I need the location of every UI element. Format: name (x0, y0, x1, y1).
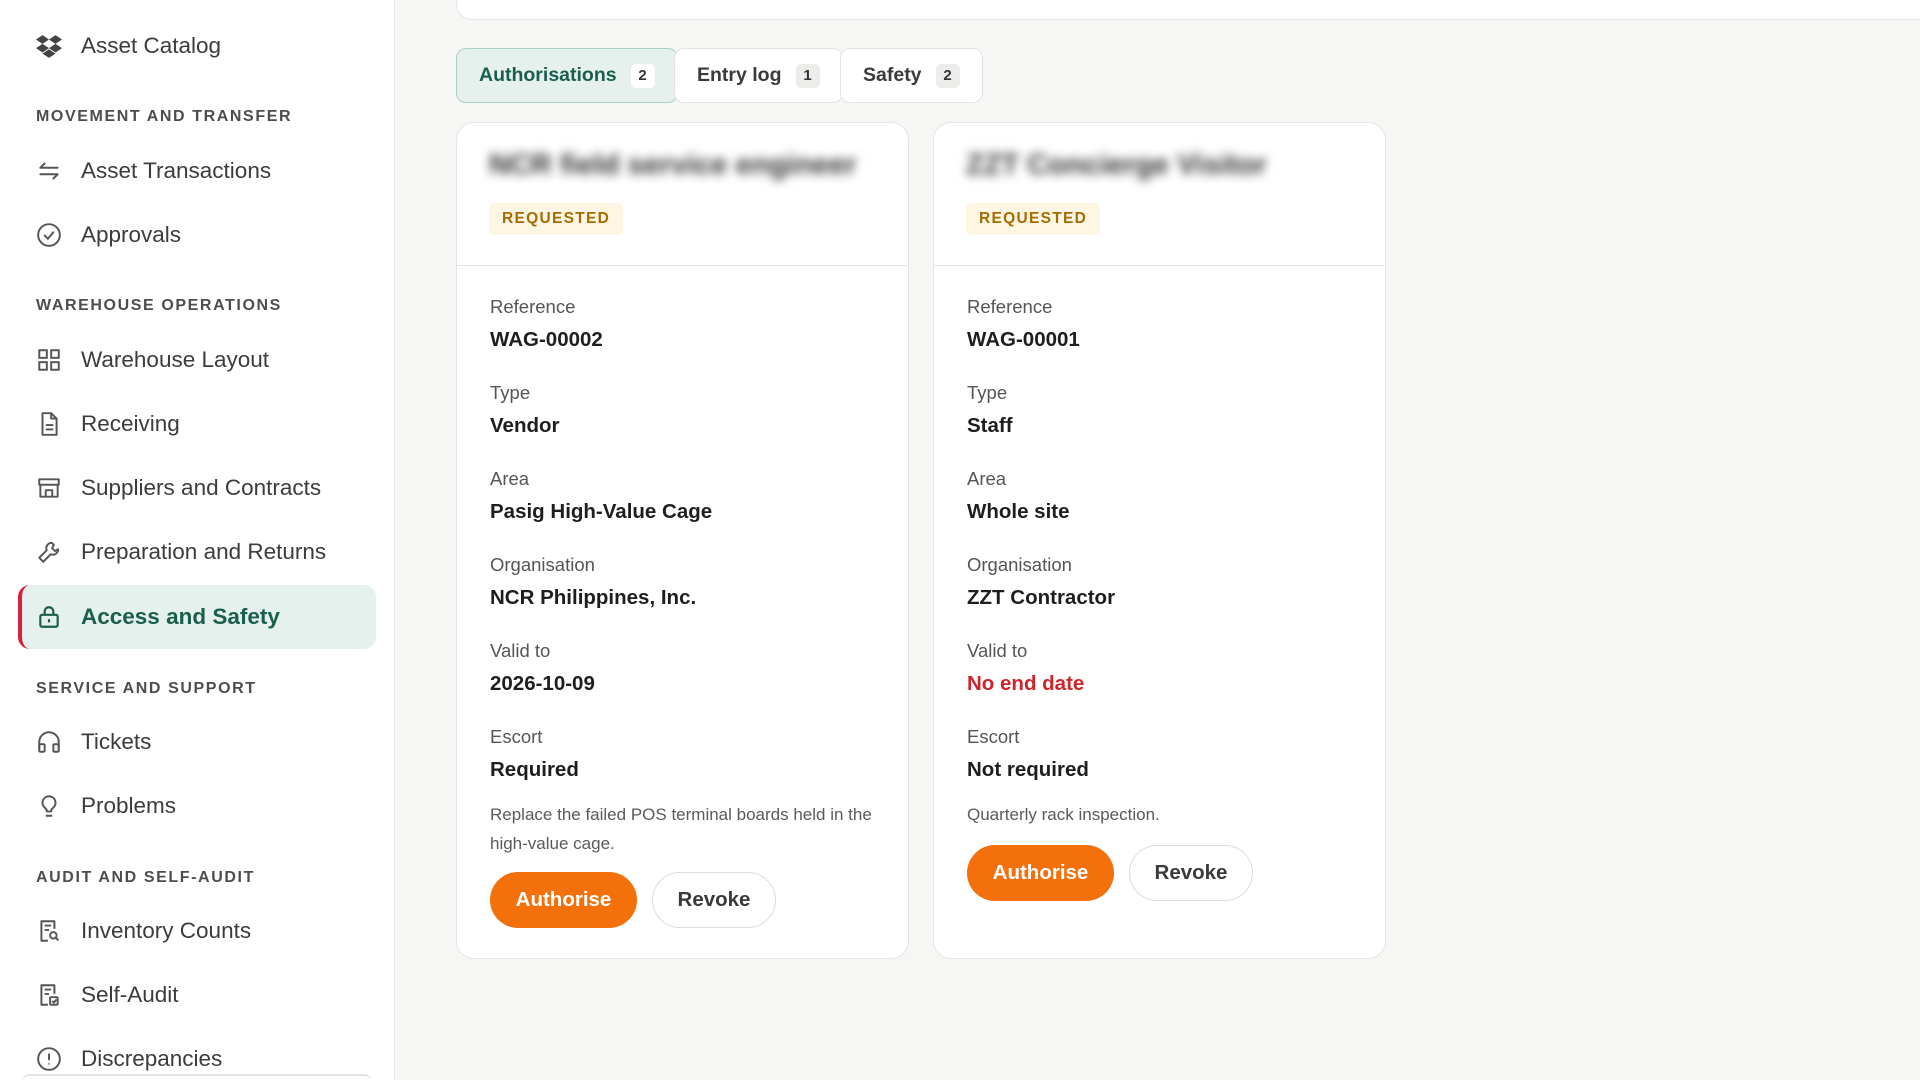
headphones-icon (35, 728, 63, 756)
escort-value: Not required (967, 758, 1089, 781)
sidebar-item-inventory-counts[interactable]: Inventory Counts (18, 899, 376, 963)
sidebar-item-access-safety[interactable]: Access and Safety (18, 585, 376, 649)
revoke-button[interactable]: Revoke (652, 872, 776, 928)
type-label: Type (490, 382, 531, 403)
sidebar-item-label: Suppliers and Contracts (81, 475, 322, 500)
sidebar-item-problems[interactable]: Problems (18, 774, 376, 838)
card-title: ZZT Concierge Visitor (966, 149, 1267, 181)
valid-to-label: Valid to (490, 640, 551, 661)
dropbox-icon (35, 32, 63, 60)
tab-safety[interactable]: Safety 2 (840, 48, 983, 103)
organisation-label: Organisation (967, 554, 1072, 575)
sidebar-item-approvals[interactable]: Approvals (18, 203, 376, 267)
authorise-button[interactable]: Authorise (490, 872, 637, 928)
tab-count-badge: 2 (935, 63, 960, 88)
header-panel (456, 0, 1920, 20)
sidebar-item-asset-catalog[interactable]: Asset Catalog (18, 14, 376, 78)
warning-circle-icon (35, 1045, 63, 1073)
reference-value: WAG-00002 (490, 328, 603, 351)
sidebar-item-label: Inventory Counts (81, 918, 252, 943)
section-label-warehouse: WAREHOUSE OPERATIONS (36, 297, 282, 314)
transfer-arrows-icon (35, 157, 63, 185)
valid-to-label: Valid to (967, 640, 1028, 661)
card-note: Replace the failed POS terminal boards h… (490, 805, 872, 853)
organisation-value: NCR Philippines, Inc. (490, 586, 697, 609)
sidebar-item-warehouse-layout[interactable]: Warehouse Layout (18, 328, 376, 392)
sidebar-item-label: Access and Safety (81, 604, 280, 629)
tab-label: Safety (863, 64, 922, 86)
authorisation-card: ZZT Concierge Visitor REQUESTED Referenc… (933, 122, 1386, 959)
tab-authorisations[interactable]: Authorisations 2 (456, 48, 678, 103)
type-value: Vendor (490, 414, 560, 437)
lightbulb-icon (35, 792, 63, 820)
escort-label: Escort (967, 726, 1020, 747)
sidebar-item-label: Warehouse Layout (81, 347, 270, 372)
organisation-label: Organisation (490, 554, 595, 575)
type-value: Staff (967, 414, 1013, 437)
lock-icon (35, 603, 63, 631)
sidebar-footer-edge (22, 1074, 372, 1080)
status-badge: REQUESTED (489, 203, 624, 235)
sidebar-item-label: Asset Catalog (81, 33, 222, 58)
sidebar-item-label: Tickets (81, 729, 152, 754)
sidebar-item-label: Asset Transactions (81, 158, 272, 183)
section-label-service: SERVICE AND SUPPORT (36, 680, 257, 697)
tab-label: Entry log (697, 64, 782, 86)
search-document-icon (35, 917, 63, 945)
document-icon (35, 410, 63, 438)
tab-label: Authorisations (479, 64, 617, 86)
reference-label: Reference (967, 296, 1053, 317)
section-label-movement: MOVEMENT AND TRANSFER (36, 108, 293, 125)
section-label-audit: AUDIT AND SELF-AUDIT (36, 869, 255, 886)
store-icon (35, 474, 63, 502)
sidebar-item-label: Preparation and Returns (81, 539, 327, 564)
area-label: Area (967, 468, 1007, 489)
sidebar-item-preparation[interactable]: Preparation and Returns (18, 520, 376, 584)
tab-entry-log[interactable]: Entry log 1 (674, 48, 843, 103)
sidebar-item-self-audit[interactable]: Self-Audit (18, 963, 376, 1027)
card-header: NCR field service engineer REQUESTED (457, 123, 908, 266)
revoke-button[interactable]: Revoke (1129, 845, 1253, 901)
area-label: Area (490, 468, 530, 489)
valid-to-value: No end date (967, 672, 1085, 695)
card-note: Quarterly rack inspection. (967, 805, 1160, 824)
area-value: Whole site (967, 500, 1070, 523)
sidebar: Asset Catalog MOVEMENT AND TRANSFER Asse… (0, 0, 395, 1080)
escort-label: Escort (490, 726, 543, 747)
sidebar-item-discrepancies[interactable]: Discrepancies (18, 1027, 376, 1080)
organisation-value: ZZT Contractor (967, 586, 1116, 609)
card-title: NCR field service engineer (489, 149, 857, 181)
sidebar-item-receiving[interactable]: Receiving (18, 392, 376, 456)
reference-label: Reference (490, 296, 576, 317)
sidebar-item-label: Problems (81, 793, 177, 818)
sidebar-item-suppliers[interactable]: Suppliers and Contracts (18, 456, 376, 520)
sidebar-item-asset-transactions[interactable]: Asset Transactions (18, 139, 376, 203)
tab-count-badge: 1 (795, 63, 820, 88)
authorise-button[interactable]: Authorise (967, 845, 1114, 901)
escort-value: Required (490, 758, 579, 781)
card-header: ZZT Concierge Visitor REQUESTED (934, 123, 1385, 266)
audit-document-icon (35, 981, 63, 1009)
sidebar-item-tickets[interactable]: Tickets (18, 710, 376, 774)
grid-icon (35, 346, 63, 374)
authorisation-card: NCR field service engineer REQUESTED Ref… (456, 122, 909, 959)
area-value: Pasig High-Value Cage (490, 500, 713, 523)
status-badge: REQUESTED (966, 203, 1101, 235)
wrench-icon (35, 538, 63, 566)
type-label: Type (967, 382, 1008, 403)
valid-to-value: 2026-10-09 (490, 672, 595, 695)
reference-value: WAG-00001 (967, 328, 1080, 351)
tab-count-badge: 2 (630, 63, 655, 88)
sidebar-item-label: Approvals (81, 222, 182, 247)
sidebar-item-label: Discrepancies (81, 1046, 223, 1071)
sidebar-item-label: Self-Audit (81, 982, 179, 1007)
sidebar-item-label: Receiving (81, 411, 180, 436)
check-circle-icon (35, 221, 63, 249)
